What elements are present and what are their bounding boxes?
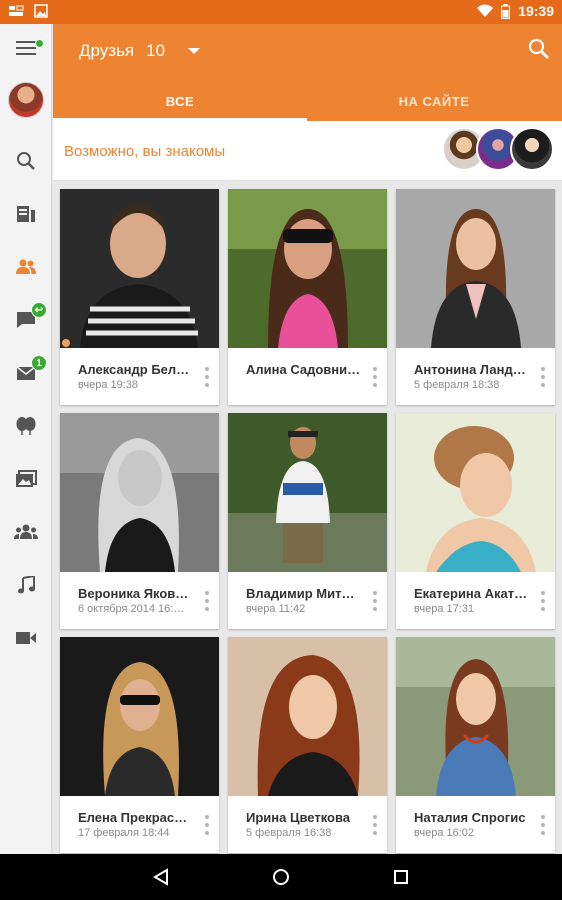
chevron-down-icon — [188, 48, 201, 54]
more-options-icon[interactable] — [541, 591, 547, 611]
search-icon — [17, 152, 35, 170]
sidebar-item-photos[interactable] — [0, 459, 52, 499]
friends-count: 10 — [146, 41, 166, 60]
gifts-icon — [16, 417, 36, 435]
status-bar: 19:39 — [0, 0, 562, 24]
friends-icon — [16, 259, 36, 274]
friend-photo — [228, 637, 387, 796]
recents-button[interactable] — [389, 865, 413, 889]
friend-card[interactable]: Алина Садовни… — [228, 189, 387, 405]
friend-name: Алина Садовни… — [246, 362, 361, 377]
suggested-avatar — [510, 127, 554, 171]
profile-button[interactable] — [0, 80, 52, 120]
back-icon — [153, 868, 168, 886]
friend-last-seen: вчера 16:02 — [414, 827, 475, 839]
image-icon — [34, 4, 48, 18]
friend-photo — [396, 413, 555, 572]
battery-icon — [501, 3, 511, 19]
friend-last-seen: 17 февраля 18:44 — [78, 827, 170, 839]
friend-last-seen: 5 февраля 18:38 — [414, 379, 500, 391]
online-dot — [35, 39, 44, 48]
friend-card[interactable]: Екатерина Акат… вчера 17:31 — [396, 413, 555, 629]
sidebar-item-music[interactable] — [0, 565, 52, 605]
more-options-icon[interactable] — [205, 367, 211, 387]
sidebar-item-messages[interactable]: 1 — [0, 353, 52, 393]
friend-photo — [228, 189, 387, 348]
header-search-button[interactable] — [528, 38, 550, 65]
more-options-icon[interactable] — [205, 591, 211, 611]
messages-badge: 1 — [31, 355, 47, 371]
sidebar: ↩ 1 — [0, 24, 52, 854]
more-options-icon[interactable] — [205, 815, 211, 835]
feed-icon — [17, 206, 35, 222]
suggestions-avatars — [442, 127, 554, 171]
page-title: Друзья — [79, 41, 135, 60]
notification-icon — [9, 5, 24, 16]
friend-name: Владимир Мит… — [246, 586, 355, 601]
friend-photo — [60, 189, 219, 348]
menu-button[interactable] — [0, 28, 52, 68]
friend-last-seen: 5 февраля 16:38 — [246, 827, 332, 839]
search-icon — [528, 38, 549, 59]
friend-last-seen: вчера 19:38 — [78, 379, 139, 391]
photos-icon — [16, 470, 37, 487]
avatar — [8, 82, 44, 118]
sidebar-item-gifts[interactable] — [0, 406, 52, 446]
friend-card[interactable]: Александр Бел… вчера 19:38 — [60, 189, 219, 405]
recents-icon — [394, 870, 408, 884]
video-icon — [16, 632, 36, 644]
tab-online[interactable]: НА САЙТЕ — [307, 82, 561, 121]
friend-card[interactable]: Владимир Мит… вчера 11:42 — [228, 413, 387, 629]
friend-card[interactable]: Вероника Яков… 6 октября 2014 16:… — [60, 413, 219, 629]
more-options-icon[interactable] — [541, 815, 547, 835]
friend-name: Александр Бел… — [78, 362, 190, 377]
discussions-badge: ↩ — [31, 302, 47, 318]
sidebar-item-feed[interactable] — [0, 194, 52, 234]
friend-card[interactable]: Елена Прекрас… 17 февраля 18:44 — [60, 637, 219, 853]
friend-photo — [396, 189, 555, 348]
friend-last-seen: 6 октября 2014 16:… — [78, 603, 185, 615]
back-button[interactable] — [149, 865, 173, 889]
friend-name: Антонина Ланд… — [414, 362, 526, 377]
clock: 19:39 — [518, 3, 554, 19]
wifi-icon — [477, 4, 494, 17]
menu-icon — [16, 41, 36, 55]
home-button[interactable] — [269, 865, 293, 889]
tab-bar: ВСЕ НА САЙТЕ — [53, 82, 562, 121]
groups-icon — [14, 524, 38, 539]
friend-name: Ирина Цветкова — [246, 810, 351, 825]
friend-name: Наталия Спрогис — [414, 810, 526, 825]
friend-photo — [396, 637, 555, 796]
more-options-icon[interactable] — [373, 591, 379, 611]
sidebar-item-video[interactable] — [0, 618, 52, 658]
app-header: Друзья 10 ВСЕ НА САЙТЕ — [53, 24, 562, 121]
system-nav-bar — [0, 854, 562, 900]
music-icon — [18, 576, 35, 594]
friends-dropdown[interactable]: Друзья 10 — [79, 41, 201, 61]
tab-all[interactable]: ВСЕ — [53, 82, 307, 121]
friend-name: Вероника Яков… — [78, 586, 189, 601]
sidebar-item-friends[interactable] — [0, 247, 52, 287]
friend-photo — [60, 413, 219, 572]
friend-last-seen: вчера 17:31 — [414, 603, 475, 615]
more-options-icon[interactable] — [373, 815, 379, 835]
suggestions-banner[interactable]: Возможно, вы знакомы — [53, 121, 562, 181]
more-options-icon[interactable] — [541, 367, 547, 387]
friend-card[interactable]: Ирина Цветкова 5 февраля 16:38 — [228, 637, 387, 853]
friend-last-seen: вчера 11:42 — [246, 603, 306, 615]
sidebar-item-groups[interactable] — [0, 512, 52, 552]
home-icon — [273, 869, 289, 885]
sidebar-item-discussions[interactable]: ↩ — [0, 300, 52, 340]
friend-name: Екатерина Акат… — [414, 586, 528, 601]
more-options-icon[interactable] — [373, 367, 379, 387]
suggestions-label: Возможно, вы знакомы — [64, 143, 226, 160]
friend-card[interactable]: Антонина Ланд… 5 февраля 18:38 — [396, 189, 555, 405]
friend-name: Елена Прекрас… — [78, 810, 188, 825]
sidebar-item-search[interactable] — [0, 141, 52, 181]
friend-photo — [228, 413, 387, 572]
friend-card[interactable]: Наталия Спрогис вчера 16:02 — [396, 637, 555, 853]
friend-photo — [60, 637, 219, 796]
